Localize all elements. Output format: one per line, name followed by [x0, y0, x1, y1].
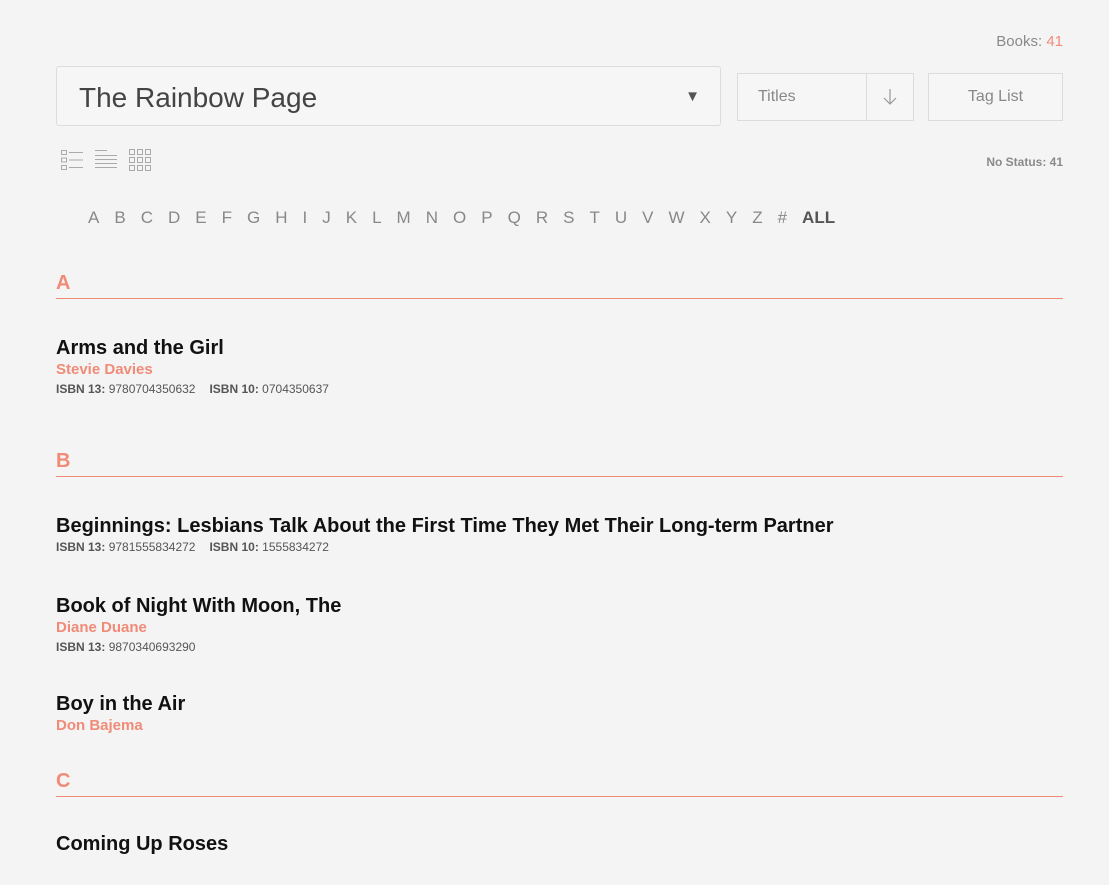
- alpha-link-b[interactable]: B: [114, 208, 125, 228]
- book-item: Arms and the Girl Stevie Davies ISBN 13:…: [56, 336, 329, 398]
- books-count-value: 41: [1046, 33, 1063, 50]
- alpha-link-r[interactable]: R: [536, 208, 548, 228]
- alpha-link-e[interactable]: E: [195, 208, 206, 228]
- book-item: Book of Night With Moon, The Diane Duane…: [56, 594, 341, 656]
- book-author[interactable]: Diane Duane: [56, 618, 341, 638]
- section-header-c: C: [56, 770, 1063, 797]
- alpha-link-l[interactable]: L: [372, 208, 381, 228]
- alpha-link-t[interactable]: T: [589, 208, 599, 228]
- isbn13-label: ISBN 13:: [56, 640, 106, 654]
- book-item: Coming Up Roses: [56, 832, 228, 856]
- book-title[interactable]: Arms and the Girl: [56, 336, 329, 360]
- alpha-link-u[interactable]: U: [615, 208, 627, 228]
- books-count-label: Books:: [996, 33, 1043, 50]
- sort-control: Titles: [737, 73, 914, 121]
- isbn13-value: 9780704350632: [108, 382, 196, 396]
- book-title[interactable]: Book of Night With Moon, The: [56, 594, 341, 618]
- alphabet-nav: A B C D E F G H I J K L M N O P Q R S T …: [88, 208, 835, 228]
- alpha-link-d[interactable]: D: [168, 208, 180, 228]
- isbn10-label: ISBN 10:: [209, 540, 259, 554]
- book-item: Beginnings: Lesbians Talk About the Firs…: [56, 514, 834, 556]
- tag-list-button[interactable]: Tag List: [928, 73, 1063, 121]
- arrow-down-icon: [883, 89, 897, 105]
- view-mode-switcher: [60, 148, 152, 172]
- section-header-a: A: [56, 272, 1063, 299]
- alpha-link-g[interactable]: G: [247, 208, 260, 228]
- book-author[interactable]: Don Bajema: [56, 716, 185, 736]
- alpha-link-c[interactable]: C: [141, 208, 153, 228]
- isbn10-value: 1555834272: [262, 540, 329, 554]
- book-isbn: ISBN 13: 9781555834272 ISBN 10: 155583427…: [56, 538, 834, 556]
- book-title[interactable]: Beginnings: Lesbians Talk About the Firs…: [56, 514, 834, 538]
- alpha-link-i[interactable]: I: [303, 208, 308, 228]
- isbn13-value: 9781555834272: [108, 540, 196, 554]
- isbn10-value: 0704350637: [262, 382, 329, 396]
- isbn10-label: ISBN 10:: [209, 382, 259, 396]
- alpha-link-o[interactable]: O: [453, 208, 466, 228]
- shelf-name: The Rainbow Page: [79, 82, 318, 113]
- compact-list-icon[interactable]: [94, 148, 118, 172]
- alpha-link-j[interactable]: J: [322, 208, 331, 228]
- grid-icon[interactable]: [128, 148, 152, 172]
- caret-down-icon: ▼: [685, 88, 700, 105]
- book-isbn: ISBN 13: 9870340693290: [56, 638, 341, 656]
- no-status-count[interactable]: No Status: 41: [986, 155, 1063, 169]
- isbn13-label: ISBN 13:: [56, 540, 106, 554]
- book-title[interactable]: Coming Up Roses: [56, 832, 228, 856]
- shelf-select[interactable]: The Rainbow Page ▼: [56, 66, 721, 126]
- alpha-link-f[interactable]: F: [222, 208, 232, 228]
- alpha-link-x[interactable]: X: [700, 208, 711, 228]
- section-header-b: B: [56, 450, 1063, 477]
- alpha-link-q[interactable]: Q: [508, 208, 521, 228]
- detail-list-icon[interactable]: [60, 148, 84, 172]
- alpha-link-y[interactable]: Y: [726, 208, 737, 228]
- alpha-link-h[interactable]: H: [275, 208, 287, 228]
- book-item: Boy in the Air Don Bajema: [56, 692, 185, 736]
- alpha-link-k[interactable]: K: [346, 208, 357, 228]
- alpha-link-s[interactable]: S: [563, 208, 574, 228]
- book-title[interactable]: Boy in the Air: [56, 692, 185, 716]
- alpha-link-a[interactable]: A: [88, 208, 99, 228]
- alpha-link-p[interactable]: P: [481, 208, 492, 228]
- books-count: Books: 41: [996, 33, 1063, 50]
- alpha-link-n[interactable]: N: [426, 208, 438, 228]
- sort-direction-button[interactable]: [866, 74, 913, 120]
- alpha-link-z[interactable]: Z: [752, 208, 762, 228]
- sort-field-select[interactable]: Titles: [758, 88, 796, 106]
- book-isbn: ISBN 13: 9780704350632 ISBN 10: 070435063…: [56, 380, 329, 398]
- book-author[interactable]: Stevie Davies: [56, 360, 329, 380]
- isbn13-label: ISBN 13:: [56, 382, 106, 396]
- alpha-link-w[interactable]: W: [668, 208, 684, 228]
- alpha-link-m[interactable]: M: [397, 208, 411, 228]
- alpha-link-all[interactable]: ALL: [802, 208, 835, 228]
- alpha-link-v[interactable]: V: [642, 208, 653, 228]
- isbn13-value: 9870340693290: [108, 640, 196, 654]
- alpha-link-hash[interactable]: #: [778, 208, 787, 228]
